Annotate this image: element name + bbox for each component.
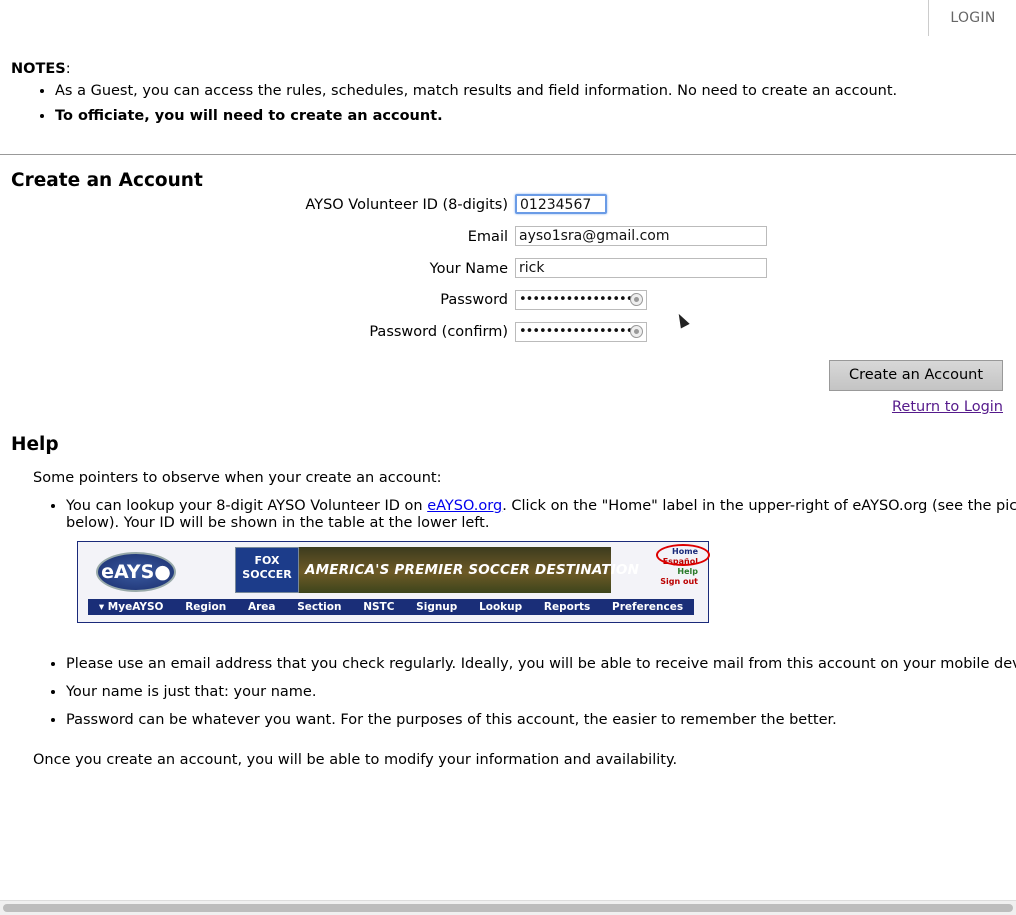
section-divider [0, 154, 1016, 155]
banner-nav-item: ▾ MyeAYSO [98, 601, 164, 613]
help-item-email: Please use an email address that you che… [66, 656, 1016, 673]
login-link[interactable]: LOGIN [928, 0, 1016, 36]
banner-nav-item: Preferences [612, 601, 684, 613]
volunteer-id-input[interactable]: 01234567 [515, 194, 607, 214]
notes-section: NOTES: As a Guest, you can access the ru… [11, 61, 1001, 129]
help-list: You can lookup your 8-digit AYSO Volunte… [0, 498, 1016, 740]
password-confirm-key-icon[interactable] [630, 325, 643, 338]
password-label: Password [440, 292, 508, 308]
password-input[interactable]: •••••••••••••••••• [515, 290, 647, 310]
help-heading: Help [11, 434, 59, 455]
create-account-heading: Create an Account [11, 170, 203, 191]
help-intro: Some pointers to observe when your creat… [33, 470, 442, 486]
fox-soccer-logo: FOX SOCCER [235, 547, 299, 593]
create-account-button[interactable]: Create an Account [829, 360, 1003, 391]
fox-line2: SOCCER [242, 568, 292, 581]
notes-list: As a Guest, you can access the rules, sc… [11, 79, 1001, 129]
password-key-icon[interactable] [630, 293, 643, 306]
fox-line1: FOX [254, 554, 280, 567]
volunteer-id-label: AYSO Volunteer ID (8-digits) [305, 197, 508, 213]
top-bar: LOGIN [0, 0, 1016, 36]
help-item1-prefix: You can lookup your 8-digit AYSO Volunte… [66, 498, 428, 514]
eayso-logo: eAYS● [96, 552, 176, 592]
eayso-banner-image: eAYS● FOX SOCCER AMERICA'S PREMIER SOCCE… [77, 541, 710, 623]
banner-tagline: AMERICA'S PREMIER SOCCER DESTINATION [299, 547, 639, 593]
banner-signout-link: Sign out [660, 577, 698, 586]
horizontal-scrollbar[interactable] [0, 900, 1016, 915]
notes-title: NOTES [11, 61, 66, 77]
email-label: Email [467, 229, 508, 245]
banner-nav-item: Lookup [479, 601, 523, 613]
email-input[interactable]: ayso1sra@gmail.com [515, 226, 767, 246]
name-label: Your Name [429, 261, 508, 277]
name-input[interactable]: rick [515, 258, 767, 278]
help-footer: Once you create an account, you will be … [33, 752, 678, 768]
eayso-link[interactable]: eAYSO.org [427, 498, 502, 514]
banner-nav-item: Region [185, 601, 227, 613]
scrollbar-thumb[interactable] [3, 904, 1013, 912]
banner-nav-item: Signup [416, 601, 458, 613]
help-item-password: Password can be whatever you want. For t… [66, 712, 1016, 729]
banner-nav-item: Reports [543, 601, 591, 613]
banner-nav-item: Area [247, 601, 276, 613]
banner-help-link: Help [677, 567, 698, 576]
notes-item-guest: As a Guest, you can access the rules, sc… [55, 79, 1001, 104]
banner-nav-item: NSTC [363, 601, 395, 613]
return-to-login-link[interactable]: Return to Login [892, 399, 1003, 415]
notes-colon: : [65, 61, 71, 77]
password-confirm-input[interactable]: •••••••••••••••••• [515, 322, 647, 342]
help-item-volunteer-id: You can lookup your 8-digit AYSO Volunte… [66, 498, 1016, 623]
banner-nav-item: Section [297, 601, 342, 613]
password-confirm-label: Password (confirm) [369, 324, 508, 340]
banner-nav-bar: ▾ MyeAYSO Region Area Section NSTC Signu… [88, 599, 694, 615]
home-highlight-circle [656, 544, 710, 566]
notes-heading: NOTES: [11, 61, 1001, 77]
help-item-name: Your name is just that: your name. [66, 684, 1016, 701]
notes-item-officiate: To officiate, you will need to create an… [55, 104, 1001, 129]
mouse-cursor-icon [674, 311, 690, 329]
